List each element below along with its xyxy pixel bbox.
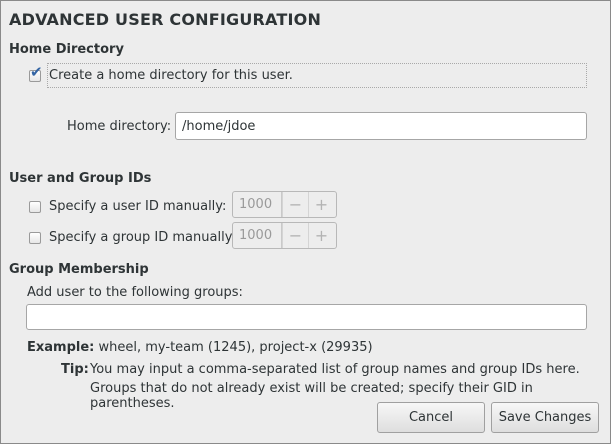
home-directory-section-title: Home Directory [9,42,124,57]
example-text: wheel, my-team (1245), project-x (29935) [98,340,373,355]
user-id-value[interactable]: 1000 [233,192,282,217]
dialog-title: ADVANCED USER CONFIGURATION [9,10,322,29]
groups-prompt-label: Add user to the following groups: [27,285,243,300]
advanced-user-configuration-dialog: ADVANCED USER CONFIGURATION Home Directo… [0,0,611,444]
group-membership-section-title: Group Membership [9,262,149,277]
group-id-row[interactable]: Specify a group ID manually: [29,230,236,245]
user-id-label: Specify a user ID manually: [49,199,227,214]
create-home-row[interactable]: ✔ Create a home directory for this user. [29,64,293,83]
example-label: Example: [27,340,95,355]
user-id-decrement-button[interactable]: − [282,192,308,217]
user-id-increment-button[interactable]: + [308,192,334,217]
checkmark-icon: ✔ [30,62,43,81]
home-directory-value: /home/jdoe [182,118,256,134]
group-id-increment-button[interactable]: + [308,223,334,248]
group-id-label: Specify a group ID manually: [49,230,236,245]
user-id-checkbox[interactable] [29,200,41,213]
tip-label: Tip: [61,362,89,377]
group-id-checkbox[interactable] [29,231,41,244]
home-directory-label: Home directory: [67,119,172,134]
home-directory-input[interactable]: /home/jdoe [175,112,587,140]
create-home-label: Create a home directory for this user. [49,68,293,83]
group-id-spinner[interactable]: 1000 − + [232,222,337,249]
example-line: Example: wheel, my-team (1245), project-… [27,340,373,355]
user-id-row[interactable]: Specify a user ID manually: [29,199,226,214]
create-home-checkbox[interactable]: ✔ [29,64,43,82]
cancel-button[interactable]: Cancel [377,402,485,433]
save-changes-button[interactable]: Save Changes [491,402,599,433]
groups-input[interactable] [26,304,587,330]
group-id-value[interactable]: 1000 [233,223,282,248]
user-id-spinner[interactable]: 1000 − + [232,191,337,218]
user-group-ids-section-title: User and Group IDs [9,171,152,186]
tip-line-1: You may input a comma-separated list of … [90,362,580,377]
group-id-decrement-button[interactable]: − [282,223,308,248]
